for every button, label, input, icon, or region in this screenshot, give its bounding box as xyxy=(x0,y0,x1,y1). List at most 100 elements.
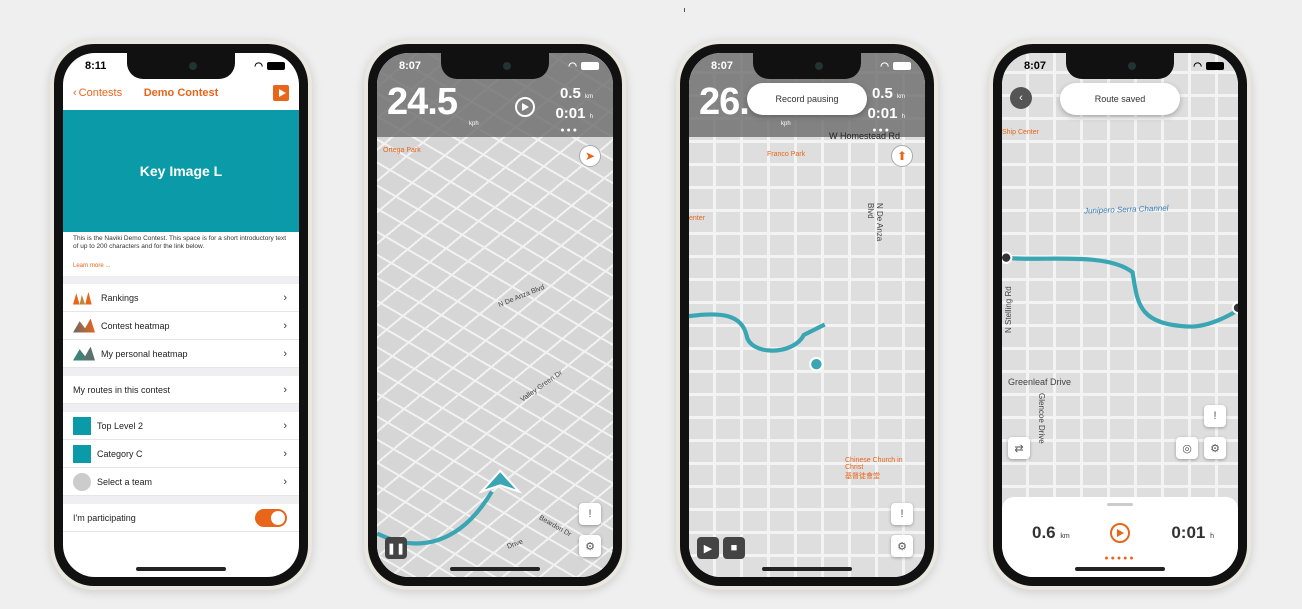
compass-icon[interactable]: ⬆ xyxy=(891,145,913,167)
category-icon xyxy=(73,444,91,463)
rankings-icon xyxy=(73,291,92,305)
church-name-zh: 基督徒會堂 xyxy=(845,473,880,480)
distance-readout: 0.5 km xyxy=(560,85,593,102)
speed-unit: kph xyxy=(469,121,479,127)
report-icon[interactable]: ! xyxy=(1204,405,1226,427)
select-team-row[interactable]: Select a team › xyxy=(63,468,299,496)
chevron-right-icon: › xyxy=(283,319,287,332)
navigation-screen: 8:07 ◠ 24.5 kph 0.5 km 0:01 h ●●● Ortega… xyxy=(377,53,613,577)
notch xyxy=(1066,53,1174,79)
contest-heatmap-row[interactable]: Contest heatmap › xyxy=(63,312,299,340)
back-label: Contests xyxy=(78,87,123,99)
distance-unit: km xyxy=(1060,533,1070,540)
home-indicator xyxy=(1075,567,1165,571)
locate-icon[interactable]: ◎ xyxy=(1176,437,1198,459)
my-routes-row[interactable]: My routes in this contest › xyxy=(63,376,299,404)
back-button[interactable]: ‹ Contests xyxy=(73,87,122,99)
section-gap xyxy=(63,276,299,284)
street-label: W Homestead Rd xyxy=(829,131,901,141)
gear-icon[interactable]: ⚙ xyxy=(579,535,601,557)
distance-value: 0.5 xyxy=(559,85,581,102)
speed-value: 26. xyxy=(699,81,750,123)
stop-button[interactable]: ■ xyxy=(723,537,745,559)
distance-readout: 0.5 km xyxy=(872,85,905,102)
poi-label: Ship Center xyxy=(1002,129,1039,136)
participating-label: I'm participating xyxy=(73,512,136,523)
drag-handle[interactable] xyxy=(1107,503,1133,506)
clock: 8:07 xyxy=(1024,60,1047,72)
distance-value: 0.5 xyxy=(871,85,893,102)
phone-route-saved: 8:07 ◠ ‹ Route saved Ship Center Juniper… xyxy=(989,40,1251,590)
chevron-right-icon: › xyxy=(283,475,287,488)
phone-contest: 8:11 ◠ ‹ Contests Demo Contest Key Image … xyxy=(50,40,312,590)
notch xyxy=(127,53,235,79)
pause-button[interactable]: ❚❚ xyxy=(385,537,407,559)
notch xyxy=(441,53,549,79)
nav-bar: ‹ Contests Demo Contest xyxy=(63,79,299,107)
duration-readout: 0:01 h xyxy=(1171,523,1214,543)
duration-value: 0:01 xyxy=(867,105,898,122)
record-screen: 8:07 ◠ 26. kph 0.5 km 0:01 h ●●● Record … xyxy=(689,53,925,577)
report-icon[interactable]: ! xyxy=(891,503,913,525)
my-routes-label: My routes in this contest xyxy=(73,384,171,395)
divider-tick xyxy=(684,8,685,12)
battery-icon xyxy=(581,62,599,70)
personal-heatmap-label: My personal heatmap xyxy=(101,348,188,359)
play-button[interactable] xyxy=(273,85,289,101)
battery-icon xyxy=(1206,62,1224,70)
rankings-row[interactable]: Rankings › xyxy=(63,284,299,312)
street-label: N Stelling Rd xyxy=(1004,286,1013,333)
back-button[interactable]: ‹ xyxy=(1010,87,1032,109)
home-indicator xyxy=(450,567,540,571)
duration-readout: 0:01 h xyxy=(555,105,593,122)
street-label: Glencoe Drive xyxy=(1037,393,1046,444)
record-pausing-toast: Record pausing xyxy=(747,83,867,115)
chevron-right-icon: › xyxy=(283,383,287,396)
participating-toggle[interactable] xyxy=(255,508,287,527)
heatmap-icon xyxy=(73,318,95,333)
learn-more-link[interactable]: Learn more ... xyxy=(73,263,110,269)
personal-heatmap-row[interactable]: My personal heatmap › xyxy=(63,340,299,368)
route-summary-panel: 0.6 km 0:01 h ●●●●● xyxy=(1002,497,1238,577)
record-icon[interactable] xyxy=(1110,523,1130,543)
play-button[interactable]: ▶ xyxy=(697,537,719,559)
wifi-icon: ◠ xyxy=(568,60,577,72)
street-label: N De Anza Blvd xyxy=(866,203,884,242)
duration-value: 0:01 xyxy=(555,105,586,122)
section-gap xyxy=(63,404,299,412)
contest-menu: Rankings › Contest heatmap › My personal… xyxy=(63,276,299,532)
category-icon xyxy=(73,416,91,435)
team-icon xyxy=(73,472,91,491)
top-level-row[interactable]: Top Level 2 › xyxy=(63,412,299,440)
clock: 8:07 xyxy=(711,60,734,72)
key-image: Key Image L xyxy=(63,110,299,232)
compass-icon[interactable]: ➤ xyxy=(579,145,601,167)
page-title: Demo Contest xyxy=(143,87,219,99)
category-row[interactable]: Category C › xyxy=(63,440,299,468)
wifi-icon: ◠ xyxy=(1193,60,1202,72)
duration-unit: h xyxy=(589,114,593,120)
select-team-label: Select a team xyxy=(97,476,153,487)
distance-unit: km xyxy=(897,94,905,100)
gear-icon[interactable]: ⚙ xyxy=(1204,437,1226,459)
swap-icon[interactable]: ⇄ xyxy=(1008,437,1030,459)
duration-unit: h xyxy=(901,114,905,120)
phone-navigation: 8:07 ◠ 24.5 kph 0.5 km 0:01 h ●●● Ortega… xyxy=(364,40,626,590)
church-label: Chinese Church in Christ 基督徒會堂 xyxy=(845,457,907,481)
contest-heatmap-label: Contest heatmap xyxy=(101,320,170,331)
personal-heatmap-icon xyxy=(73,346,95,361)
notch xyxy=(753,53,861,79)
wifi-icon: ◠ xyxy=(254,60,263,72)
chevron-right-icon: › xyxy=(283,291,287,304)
gear-icon[interactable]: ⚙ xyxy=(891,535,913,557)
top-level-label: Top Level 2 xyxy=(97,420,144,431)
street-label: Greenleaf Drive xyxy=(1008,377,1072,387)
report-icon[interactable]: ! xyxy=(579,503,601,525)
chevron-right-icon: › xyxy=(283,447,287,460)
duration-readout: 0:01 h xyxy=(867,105,905,122)
clock: 8:07 xyxy=(399,60,422,72)
poi-label: Franco Park xyxy=(767,151,806,158)
record-icon xyxy=(515,97,535,117)
distance-readout: 0.6 km xyxy=(1032,523,1070,543)
poi-label: enter xyxy=(689,215,705,222)
